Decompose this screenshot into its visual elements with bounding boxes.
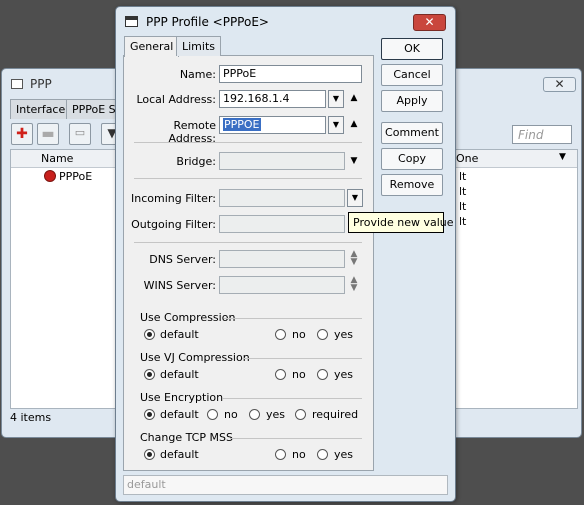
outgoing-filter-field[interactable] [219, 215, 345, 233]
use-encryption-yes-radio[interactable] [249, 409, 260, 420]
use-compression-default-label: default [160, 328, 199, 341]
use-encryption-default-radio[interactable] [144, 409, 155, 420]
divider [222, 398, 362, 399]
ppp-profile-dialog: PPP Profile <PPPoE> ✕ General Limits Nam… [115, 6, 456, 502]
column-menu-icon[interactable]: ▼ [559, 152, 566, 162]
remote-address-dropdown-icon[interactable]: ▼ [328, 116, 344, 134]
column-one[interactable]: One [456, 152, 478, 165]
use-vj-compression-no-label: no [292, 368, 306, 381]
divider [134, 242, 362, 243]
ok-button[interactable]: OK [381, 38, 443, 60]
divider [134, 178, 362, 179]
note-icon: ▭ [74, 126, 86, 139]
window-icon [125, 16, 138, 27]
name-field[interactable]: PPPoE [219, 65, 362, 83]
use-encryption-no-label: no [224, 408, 238, 421]
use-encryption-required-label: required [312, 408, 359, 421]
use-compression-yes-label: yes [334, 328, 354, 341]
dns-server-label: DNS Server: [149, 253, 216, 266]
use-encryption-no-radio[interactable] [207, 409, 218, 420]
use-encryption-required-radio[interactable] [295, 409, 306, 420]
use-encryption-default-label: default [160, 408, 199, 421]
local-address-label: Local Address: [136, 93, 216, 106]
local-address-dropdown-icon[interactable]: ▼ [328, 90, 344, 108]
dns-server-spinner-icon[interactable]: ▲ ▼ [348, 250, 360, 267]
comment-toolbar-button[interactable]: ▭ [69, 123, 91, 145]
divider [224, 318, 362, 319]
copy-button[interactable]: Copy [381, 148, 443, 170]
incoming-filter-field[interactable] [219, 189, 345, 207]
use-vj-compression-yes-label: yes [334, 368, 354, 381]
tab-interface[interactable]: Interface [10, 99, 72, 119]
local-address-collapse-icon[interactable]: ▲ [348, 93, 360, 103]
use-vj-compression-no-radio[interactable] [275, 369, 286, 380]
change-tcp-mss-title: Change TCP MSS [140, 431, 233, 444]
dns-server-field[interactable] [219, 250, 345, 268]
incoming-filter-label: Incoming Filter: [131, 192, 216, 205]
ppp-window-title: PPP [30, 77, 52, 91]
wins-server-spinner-icon[interactable]: ▲ ▼ [348, 276, 360, 293]
wins-server-label: WINS Server: [143, 279, 216, 292]
item-count: 4 items [10, 411, 52, 424]
change-tcp-mss-default-radio[interactable] [144, 449, 155, 460]
divider [230, 438, 362, 439]
wins-server-field[interactable] [219, 276, 345, 294]
minus-icon: ▬ [41, 126, 55, 142]
remote-address-selected-text: PPPOE [223, 118, 261, 131]
bridge-dropdown-icon[interactable]: ▼ [348, 156, 360, 166]
use-compression-no-radio[interactable] [275, 329, 286, 340]
dialog-close-button[interactable]: ✕ [413, 14, 446, 31]
use-vj-compression-default-radio[interactable] [144, 369, 155, 380]
row-value: lt [459, 215, 467, 228]
remove-toolbar-button[interactable]: ▬ [37, 123, 59, 145]
change-tcp-mss-no-radio[interactable] [275, 449, 286, 460]
dialog-titlebar[interactable]: PPP Profile <PPPoE> ✕ [116, 7, 455, 35]
ppp-window-close-button[interactable]: ✕ [543, 77, 576, 92]
tab-limits[interactable]: Limits [176, 36, 221, 56]
incoming-filter-dropdown-icon[interactable]: ▼ [347, 189, 363, 207]
comment-button[interactable]: Comment [381, 122, 443, 144]
column-name[interactable]: Name [41, 152, 73, 165]
use-vj-compression-title: Use VJ Compression [140, 351, 250, 364]
divider [242, 358, 362, 359]
change-tcp-mss-yes-label: yes [334, 448, 354, 461]
use-encryption-title: Use Encryption [140, 391, 224, 404]
tab-general[interactable]: General [124, 36, 180, 57]
cancel-button[interactable]: Cancel [381, 64, 443, 86]
row-name: PPPoE [59, 170, 93, 183]
divider [134, 142, 362, 143]
local-address-field[interactable]: 192.168.1.4 [219, 90, 326, 108]
change-tcp-mss-yes-radio[interactable] [317, 449, 328, 460]
profile-icon [44, 170, 56, 182]
remote-address-collapse-icon[interactable]: ▲ [348, 119, 360, 129]
row-value: lt [459, 200, 467, 213]
find-input[interactable]: Find [512, 125, 572, 144]
use-vj-compression-yes-radio[interactable] [317, 369, 328, 380]
bridge-field[interactable] [219, 152, 345, 170]
plus-icon: ✚ [16, 126, 28, 142]
outgoing-filter-label: Outgoing Filter: [131, 218, 216, 231]
use-vj-compression-default-label: default [160, 368, 199, 381]
dialog-status-bar: default [123, 475, 448, 495]
change-tcp-mss-no-label: no [292, 448, 306, 461]
row-value: lt [459, 170, 467, 183]
remote-address-field[interactable]: PPPOE [219, 116, 326, 134]
general-panel: Name: PPPoE Local Address: 192.168.1.4 ▼… [123, 55, 374, 471]
use-compression-title: Use Compression [140, 311, 236, 324]
change-tcp-mss-default-label: default [160, 448, 199, 461]
add-button[interactable]: ✚ [11, 123, 33, 145]
use-encryption-yes-label: yes [266, 408, 286, 421]
dialog-title: PPP Profile <PPPoE> [146, 15, 269, 29]
row-value: lt [459, 185, 467, 198]
remove-button[interactable]: Remove [381, 174, 443, 196]
name-label: Name: [179, 68, 216, 81]
use-compression-no-label: no [292, 328, 306, 341]
bridge-label: Bridge: [176, 155, 216, 168]
use-compression-yes-radio[interactable] [317, 329, 328, 340]
window-icon [11, 79, 23, 89]
tooltip: Provide new value [348, 212, 454, 233]
apply-button[interactable]: Apply [381, 90, 443, 112]
use-compression-default-radio[interactable] [144, 329, 155, 340]
